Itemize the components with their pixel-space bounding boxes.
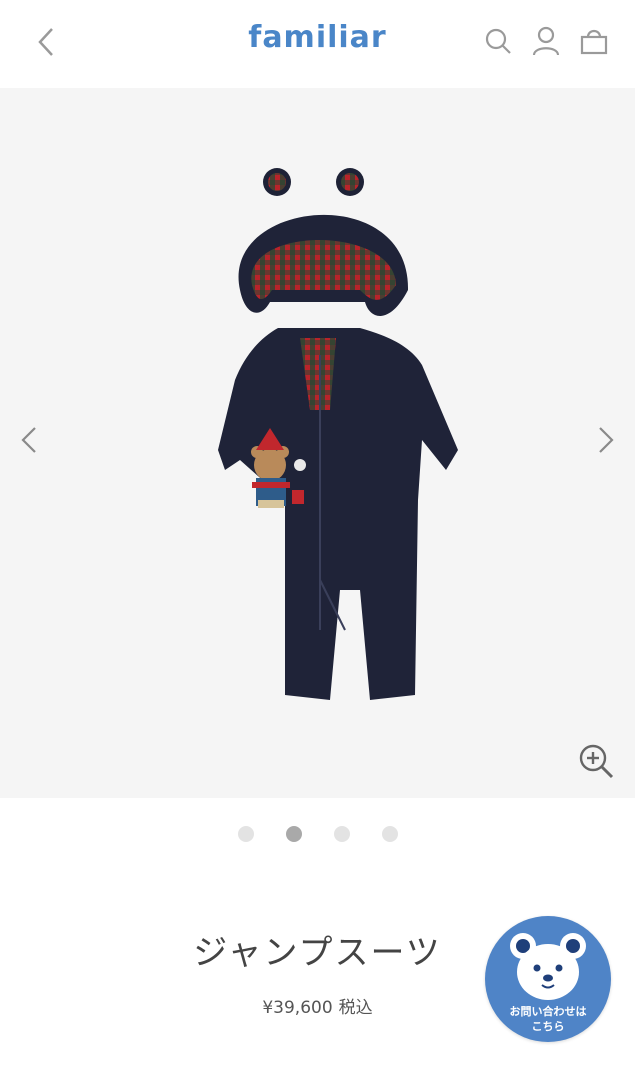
contact-label: お問い合わせは こちら (485, 1004, 611, 1034)
header-icons (483, 24, 609, 58)
zoom-in-icon (579, 744, 614, 779)
contact-button[interactable]: お問い合わせは こちら (485, 916, 611, 1042)
gallery-pagination (0, 826, 635, 842)
pagination-dot[interactable] (333, 826, 350, 842)
product-image (218, 168, 458, 700)
tax-label: 税込 (338, 998, 373, 1018)
chevron-left-icon (21, 427, 36, 453)
product-price: ¥39,600 (262, 998, 333, 1018)
pagination-dot-active[interactable] (285, 826, 302, 842)
header: familiar (0, 0, 635, 88)
search-button[interactable] (483, 24, 513, 58)
chevron-right-icon (599, 427, 614, 453)
bear-icon (510, 933, 586, 1000)
logo-link[interactable]: familiar (248, 20, 386, 55)
zoom-button[interactable] (577, 742, 615, 780)
contact-label-line1: お問い合わせは (509, 1005, 587, 1018)
gallery-prev-button[interactable] (14, 418, 44, 462)
contact-label-line2: こちら (531, 1020, 565, 1033)
account-icon (532, 26, 560, 56)
product-gallery[interactable] (0, 88, 635, 798)
shopping-bag-icon (580, 29, 608, 55)
pagination-dot[interactable] (381, 826, 398, 842)
search-icon (485, 28, 511, 54)
pagination-dot[interactable] (237, 826, 254, 842)
account-button[interactable] (531, 24, 561, 58)
cart-button[interactable] (579, 24, 609, 58)
gallery-next-button[interactable] (591, 418, 621, 462)
